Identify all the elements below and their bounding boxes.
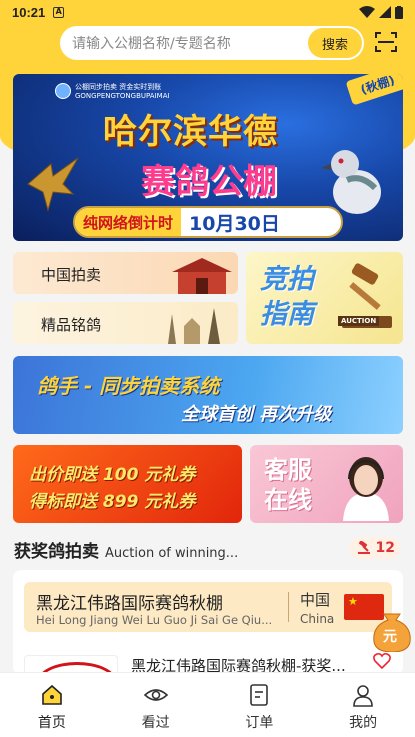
scan-icon[interactable] (374, 30, 398, 54)
tab-viewed-label: 看过 (141, 715, 170, 731)
country-name-en: China (300, 612, 335, 626)
bottom-tab-bar: 首页 看过 订单 我的 (0, 672, 415, 737)
promo-line2: 得标即送 899 元礼券 (29, 492, 196, 512)
search-bar[interactable]: 请输入公棚名称/专题名称 搜索 (60, 26, 364, 60)
venue-header[interactable]: 黑龙江伟路国际赛鸽秋棚 Hei Long Jiang Wei Lu Guo Ji… (24, 582, 392, 632)
promo-line1: 出价即送 100 元礼券 (29, 465, 196, 485)
countdown-box: 纯网络倒计时 10月30日 (73, 206, 343, 238)
menu-grid: 中国拍卖 精品铭鸽 竞拍 指南 AUCTION (13, 252, 403, 344)
hero-banner[interactable]: 公棚同步拍卖 资金实时到账 GONGPENGTONGBUPAIMAI (秋棚) … (13, 74, 403, 241)
status-time: 10:21 (12, 4, 46, 20)
auction-sign: AUCTION (338, 316, 380, 326)
banner-corner-tag: (秋棚) (345, 74, 403, 106)
venue-name: 黑龙江伟路国际赛鸽秋棚 (36, 594, 223, 614)
tab-viewed[interactable]: 看过 (104, 673, 208, 737)
auction-guide-card[interactable]: 竞拍 指南 AUCTION (246, 252, 403, 344)
countdown-date: 10月30日 (189, 212, 280, 235)
china-auction-label: 中国拍卖 (41, 266, 102, 284)
coupon-promo-banner[interactable]: 出价即送 100 元礼券 得标即送 899 元礼券 (13, 445, 242, 523)
wifi-icon (359, 6, 375, 18)
signal-icon (379, 6, 391, 18)
sync-auction-banner[interactable]: 鸽手 - 同步拍卖系统 全球首创 再次升级 (13, 356, 403, 434)
banner-logo-text: 公棚同步拍卖 资金实时到账 (75, 83, 162, 91)
gavel-small-icon (357, 541, 370, 554)
tab-home-label: 首页 (37, 715, 66, 731)
countdown-label: 纯网络倒计时 (75, 208, 182, 236)
premium-pigeons-label: 精品铭鸽 (41, 316, 102, 334)
tab-mine[interactable]: 我的 (311, 673, 415, 737)
service-line1: 客服 (264, 456, 312, 484)
tab-mine-label: 我的 (349, 715, 378, 731)
banner-title-line2: 赛鸽公棚 (141, 162, 277, 202)
banner-logo-pinyin: GONGPENGTONGBUPAIMAI (75, 92, 170, 100)
premium-pigeons-card[interactable]: 精品铭鸽 (13, 302, 238, 344)
battery-icon (395, 5, 403, 19)
heart-icon[interactable] (373, 652, 391, 670)
status-bar: 10:21 A (0, 0, 415, 24)
agent-avatar-icon (343, 457, 389, 521)
home-icon (42, 684, 62, 705)
venue-pinyin: Hei Long Jiang Wei Lu Guo Ji Sai Ge Qiu.… (36, 613, 273, 627)
divider (288, 592, 289, 622)
eye-icon (143, 689, 168, 701)
section-title: 获奖鸽拍卖 (14, 542, 99, 562)
gate-building-icon (172, 258, 232, 294)
app-notification-icon: A (53, 6, 65, 18)
country-name: 中国 (300, 591, 331, 609)
customer-service-banner[interactable]: 客服 在线 (250, 445, 403, 523)
coupon-bag-label: 元 (383, 629, 397, 645)
search-button[interactable]: 搜索 (308, 28, 362, 58)
user-icon (353, 685, 373, 707)
tab-orders-label: 订单 (245, 715, 274, 731)
status-icons (359, 5, 403, 19)
guide-line2: 指南 (260, 299, 314, 330)
eagle-statue-icon (27, 157, 79, 212)
search-input[interactable]: 请输入公棚名称/专题名称 (60, 33, 308, 53)
tab-orders[interactable]: 订单 (208, 673, 312, 737)
sync-banner-line2: 全球首创 再次升级 (181, 404, 332, 425)
auction-count: 12 (375, 540, 395, 556)
banner-title-line1: 哈尔滨华德 (103, 112, 278, 152)
section-header: 获奖鸽拍卖 Auction of winning... (14, 537, 238, 562)
sync-banner-line1: 鸽手 - 同步拍卖系统 (37, 374, 220, 398)
china-auction-card[interactable]: 中国拍卖 (13, 252, 238, 294)
guide-line1: 竞拍 (260, 264, 314, 295)
landmarks-icon (168, 308, 220, 344)
section-subtitle: Auction of winning... (105, 546, 239, 561)
auction-count-badge[interactable]: 12 (348, 537, 401, 559)
order-icon (250, 684, 269, 706)
service-line2: 在线 (264, 486, 312, 514)
tab-home[interactable]: 首页 (0, 673, 104, 737)
coupon-bag-button[interactable]: 元 (370, 604, 414, 653)
pigeon-logo-icon (55, 83, 71, 99)
auction-card[interactable]: 黑龙江伟路国际赛鸽秋棚 Hei Long Jiang Wei Lu Guo Ji… (13, 570, 403, 675)
banner-logo: 公棚同步拍卖 资金实时到账 GONGPENGTONGBUPAIMAI (55, 82, 170, 100)
